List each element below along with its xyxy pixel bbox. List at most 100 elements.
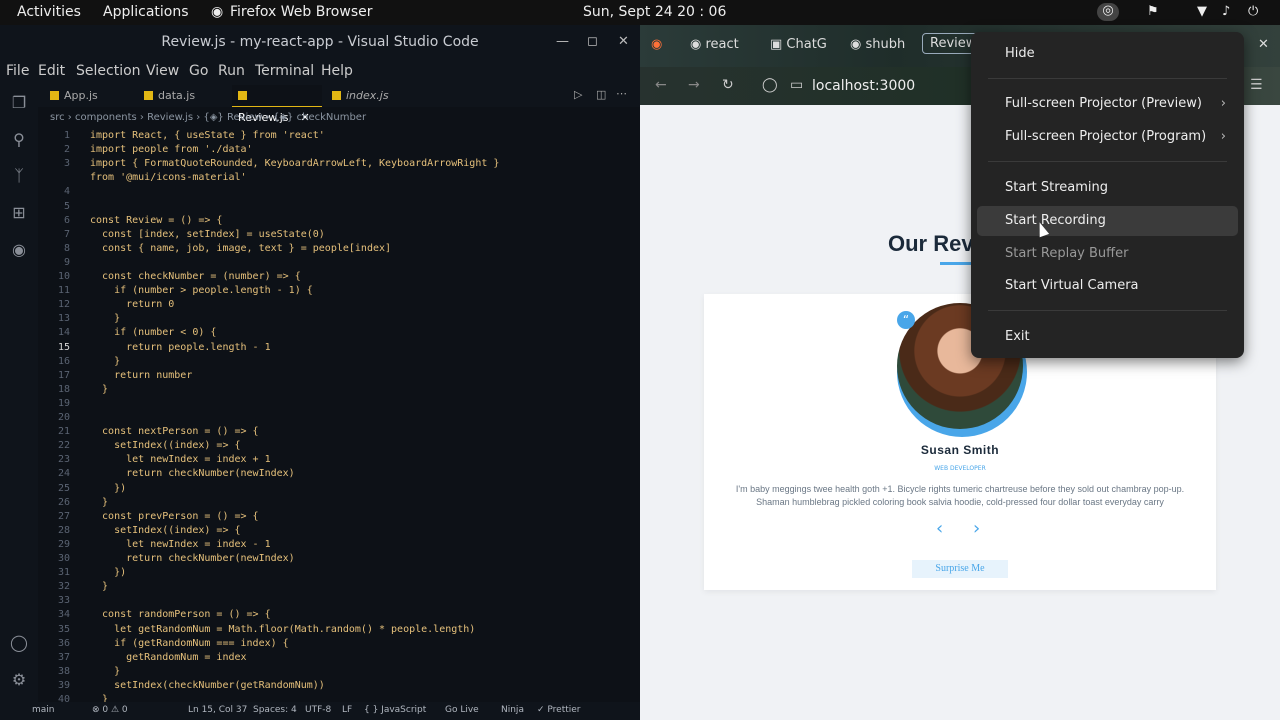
menu-go[interactable]: Go bbox=[189, 63, 208, 79]
run-icon[interactable]: ▷ bbox=[574, 88, 582, 101]
code-line[interactable]: const Review = () => { bbox=[90, 215, 222, 226]
clock[interactable]: Sun, Sept 24 20 : 06 bbox=[583, 4, 726, 20]
github-icon[interactable]: ◉ bbox=[9, 240, 29, 260]
url-bar[interactable]: localhost:3000 bbox=[812, 78, 915, 94]
shield-icon[interactable]: ◯ bbox=[762, 77, 778, 93]
indent-status[interactable]: Spaces: 4 bbox=[253, 705, 297, 715]
code-line[interactable]: let newIndex = index - 1 bbox=[90, 539, 271, 550]
page-info-icon[interactable]: ▭ bbox=[790, 77, 803, 93]
split-editor-icon[interactable]: ◫ bbox=[596, 88, 606, 101]
close-window-icon[interactable]: ✕ bbox=[1258, 37, 1269, 52]
encoding-status[interactable]: UTF-8 bbox=[305, 705, 331, 715]
code-line[interactable]: } bbox=[90, 666, 120, 677]
code-editor[interactable]: 1 import React, { useState } from 'react'… bbox=[38, 126, 638, 706]
code-line[interactable]: setIndex((index) => { bbox=[90, 525, 240, 536]
close-icon[interactable]: ✕ bbox=[618, 25, 629, 59]
code-line[interactable]: setIndex((index) => { bbox=[90, 440, 240, 451]
menu-item-start-streaming[interactable]: Start Streaming bbox=[977, 173, 1238, 203]
eol-status[interactable]: LF bbox=[342, 705, 352, 715]
language-status[interactable]: { } JavaScript bbox=[364, 705, 426, 715]
breadcrumb[interactable]: src › components › Review.js › {◈} Revie… bbox=[50, 112, 366, 123]
code-line[interactable]: from '@mui/icons-material' bbox=[90, 172, 247, 183]
menu-item-start-replay-buffer[interactable]: Start Replay Buffer bbox=[977, 239, 1238, 269]
active-app-name[interactable]: Firefox Web Browser bbox=[230, 4, 373, 20]
code-line[interactable]: let newIndex = index + 1 bbox=[90, 454, 271, 465]
problems-status[interactable]: ⊗ 0 ⚠ 0 bbox=[92, 705, 128, 715]
code-line[interactable]: let getRandomNum = Math.floor(Math.rando… bbox=[90, 624, 475, 635]
code-line[interactable]: } bbox=[90, 356, 120, 367]
menu-item-hide[interactable]: Hide bbox=[977, 39, 1238, 69]
applications-menu[interactable]: Applications bbox=[103, 4, 189, 20]
code-line[interactable]: const prevPerson = () => { bbox=[90, 511, 259, 522]
code-line[interactable]: return 0 bbox=[90, 299, 174, 310]
source-control-icon[interactable]: ᛉ bbox=[9, 166, 29, 186]
search-icon[interactable]: ⚲ bbox=[9, 130, 29, 150]
menu-run[interactable]: Run bbox=[218, 63, 245, 79]
code-line[interactable]: return checkNumber(newIndex) bbox=[90, 553, 295, 564]
power-icon[interactable]: ⏻ bbox=[1248, 4, 1258, 19]
code-line[interactable]: if (number > people.length - 1) { bbox=[90, 285, 313, 296]
ninja-status[interactable]: Ninja bbox=[501, 705, 524, 715]
tab-index-js[interactable]: index.js bbox=[326, 85, 416, 107]
cursor-position[interactable]: Ln 15, Col 37 bbox=[188, 705, 247, 715]
minimize-icon[interactable]: — bbox=[556, 25, 569, 59]
firefox-view-icon[interactable]: ◉ bbox=[651, 37, 662, 52]
code-line[interactable]: if (number < 0) { bbox=[90, 327, 216, 338]
code-line[interactable]: return checkNumber(newIndex) bbox=[90, 468, 295, 479]
obs-tray-icon[interactable]: ◎ bbox=[1097, 3, 1119, 21]
menu-item-projector-program[interactable]: Full-screen Projector (Program) › bbox=[977, 122, 1238, 152]
code-line[interactable]: }) bbox=[90, 483, 126, 494]
menu-item-projector-preview[interactable]: Full-screen Projector (Preview) › bbox=[977, 89, 1238, 119]
menu-edit[interactable]: Edit bbox=[38, 63, 65, 79]
code-line[interactable]: return number bbox=[90, 370, 192, 381]
code-line[interactable]: const { name, job, image, text } = peopl… bbox=[90, 243, 391, 254]
menu-item-start-virtual-camera[interactable]: Start Virtual Camera bbox=[977, 271, 1238, 301]
code-line[interactable]: } bbox=[90, 384, 108, 395]
tab-review-js[interactable]: Review.js ✕ bbox=[232, 85, 322, 124]
code-line[interactable]: const [index, setIndex] = useState(0) bbox=[90, 229, 325, 240]
account-icon[interactable]: ◯ bbox=[9, 633, 29, 653]
reload-icon[interactable]: ↻ bbox=[722, 77, 734, 93]
forward-icon[interactable]: → bbox=[688, 77, 700, 93]
tab-app-js[interactable]: App.js bbox=[44, 85, 134, 107]
code-line[interactable]: const nextPerson = () => { bbox=[90, 426, 259, 437]
code-line[interactable]: import { FormatQuoteRounded, KeyboardArr… bbox=[90, 158, 499, 169]
code-line[interactable]: const checkNumber = (number) => { bbox=[90, 271, 301, 282]
tab-shubh[interactable]: ◉ shubh bbox=[850, 37, 905, 52]
extensions-icon[interactable]: ⊞ bbox=[9, 203, 29, 223]
activities-button[interactable]: Activities bbox=[17, 4, 81, 20]
code-line[interactable]: }) bbox=[90, 567, 126, 578]
menu-file[interactable]: File bbox=[6, 63, 29, 79]
back-icon[interactable]: ← bbox=[655, 77, 667, 93]
wifi-icon[interactable]: ▼ bbox=[1197, 4, 1207, 19]
menu-terminal[interactable]: Terminal bbox=[255, 63, 314, 79]
branch-status[interactable]: main bbox=[32, 705, 55, 715]
code-line[interactable]: import React, { useState } from 'react' bbox=[90, 130, 325, 141]
surprise-me-button[interactable]: Surprise Me bbox=[912, 560, 1008, 578]
volume-icon[interactable]: ♪ bbox=[1222, 4, 1230, 19]
code-line[interactable]: import people from './data' bbox=[90, 144, 253, 155]
code-line[interactable]: } bbox=[90, 313, 120, 324]
next-arrow-icon[interactable]: › bbox=[973, 518, 980, 539]
tab-chatgpt[interactable]: ▣ ChatG bbox=[770, 37, 827, 52]
code-line[interactable]: return people.length - 1 bbox=[90, 342, 271, 353]
accessibility-icon[interactable]: ⚑ bbox=[1147, 4, 1159, 19]
menu-selection[interactable]: Selection bbox=[76, 63, 141, 79]
code-line[interactable]: getRandomNum = index bbox=[90, 652, 246, 663]
code-line[interactable]: } bbox=[90, 581, 108, 592]
code-line[interactable]: } bbox=[90, 497, 108, 508]
more-actions-icon[interactable]: ⋯ bbox=[616, 87, 627, 100]
settings-gear-icon[interactable]: ⚙ bbox=[9, 670, 29, 690]
menu-item-start-recording[interactable]: Start Recording bbox=[977, 206, 1238, 236]
maximize-icon[interactable]: ◻ bbox=[587, 25, 598, 59]
golive-status[interactable]: Go Live bbox=[445, 705, 479, 715]
explorer-icon[interactable]: ❐ bbox=[9, 93, 29, 113]
prev-arrow-icon[interactable]: ‹ bbox=[936, 518, 943, 539]
menu-item-exit[interactable]: Exit bbox=[977, 322, 1238, 352]
menu-view[interactable]: View bbox=[146, 63, 179, 79]
tab-data-js[interactable]: data.js bbox=[138, 85, 228, 107]
prettier-status[interactable]: ✓ Prettier bbox=[537, 705, 581, 715]
code-line[interactable]: setIndex(checkNumber(getRandomNum)) bbox=[90, 680, 325, 691]
menu-help[interactable]: Help bbox=[321, 63, 353, 79]
code-line[interactable]: const randomPerson = () => { bbox=[90, 609, 271, 620]
